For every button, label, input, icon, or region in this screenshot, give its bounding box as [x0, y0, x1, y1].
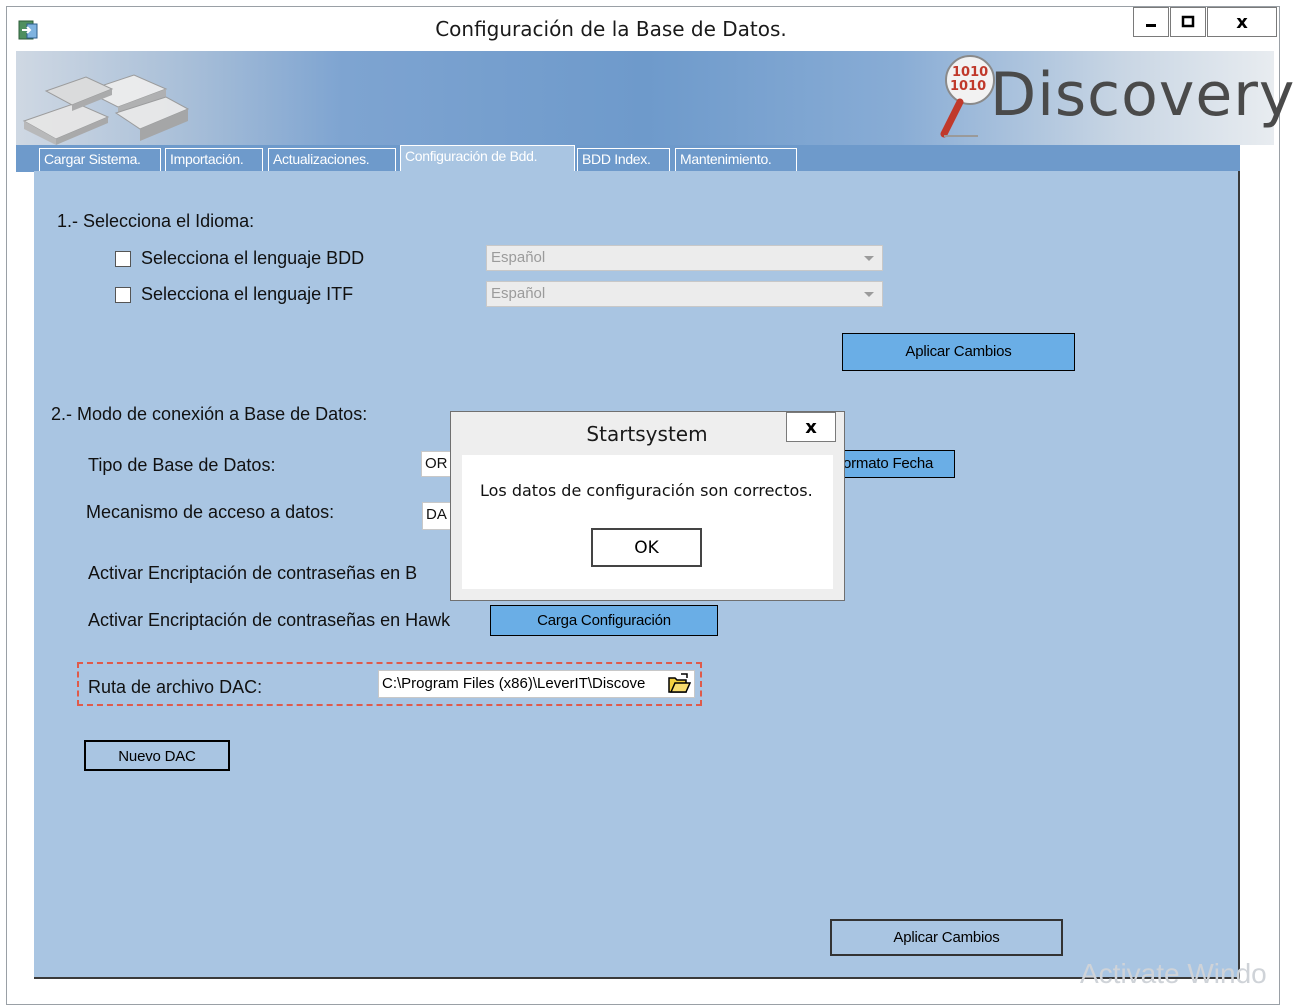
load-configuration-button[interactable]: Carga Configuración: [490, 605, 718, 636]
date-format-button[interactable]: ormato Fecha: [838, 450, 955, 478]
itf-language-select[interactable]: Español: [486, 281, 883, 307]
data-access-label: Mecanismo de acceso a datos:: [86, 502, 335, 522]
minimize-button[interactable]: [1133, 7, 1169, 37]
svg-text:1010: 1010: [950, 79, 986, 94]
maximize-button[interactable]: [1170, 7, 1206, 37]
dialog-body: [462, 455, 833, 589]
encrypt-b-label: Activar Encriptación de contraseñas en B: [88, 563, 418, 583]
tab-mantenimiento[interactable]: Mantenimiento.: [675, 148, 797, 171]
ok-button[interactable]: OK: [591, 528, 702, 567]
bdd-language-value: Español: [491, 249, 546, 266]
tab-cargar-sistema[interactable]: Cargar Sistema.: [39, 148, 161, 171]
apply-language-button[interactable]: Aplicar Cambios: [842, 333, 1075, 371]
close-button[interactable]: x: [1207, 7, 1277, 37]
bdd-language-checkbox[interactable]: [115, 251, 131, 267]
tab-importacion[interactable]: Importación.: [165, 148, 263, 171]
chevron-down-icon: [864, 292, 874, 297]
section-language-heading: 1.- Selecciona el Idioma:: [57, 211, 255, 231]
bdd-language-label: Selecciona el lenguaje BDD: [141, 248, 365, 268]
dac-path-label: Ruta de archivo DAC:: [88, 677, 263, 697]
tab-actualizaciones[interactable]: Actualizaciones.: [268, 148, 396, 171]
itf-language-value: Español: [491, 285, 546, 302]
window-title: Configuración de la Base de Datos.: [435, 17, 787, 41]
close-icon: x: [1236, 11, 1248, 33]
panel-margin: [1240, 145, 1274, 985]
maximize-icon: [1181, 15, 1195, 28]
new-dac-button[interactable]: Nuevo DAC: [84, 740, 230, 771]
tab-bdd-index[interactable]: BDD Index.: [577, 148, 670, 171]
dialog-close-button[interactable]: x: [786, 412, 836, 442]
chevron-down-icon: [864, 256, 874, 261]
minimize-icon: [1146, 24, 1156, 27]
section-connection-heading: 2.- Modo de conexión a Base de Datos:: [51, 404, 368, 424]
dac-path-input[interactable]: C:\Program Files (x86)\LeverIT\Discove: [378, 670, 695, 698]
discovery-logo-text: Discovery: [990, 60, 1295, 130]
tab-configuracion-bdd[interactable]: Configuración de Bdd.: [400, 145, 575, 173]
close-icon: x: [805, 416, 817, 438]
activation-watermark: Activate Windo: [1080, 958, 1267, 989]
itf-language-checkbox[interactable]: [115, 287, 131, 303]
dialog-title: Startsystem: [586, 422, 708, 446]
encrypt-hawk-label: Activar Encriptación de contraseñas en H…: [88, 610, 451, 630]
itf-language-label: Selecciona el lenguaje ITF: [141, 284, 354, 304]
db-type-label: Tipo de Base de Datos:: [88, 455, 276, 475]
dialog-message: Los datos de configuración son correctos…: [480, 481, 813, 500]
bdd-language-select[interactable]: Español: [486, 245, 883, 271]
apply-connection-button[interactable]: Aplicar Cambios: [830, 919, 1063, 956]
keyboard-keys-image: [22, 74, 190, 145]
svg-text:1010: 1010: [952, 65, 988, 80]
open-folder-icon[interactable]: [667, 672, 691, 694]
